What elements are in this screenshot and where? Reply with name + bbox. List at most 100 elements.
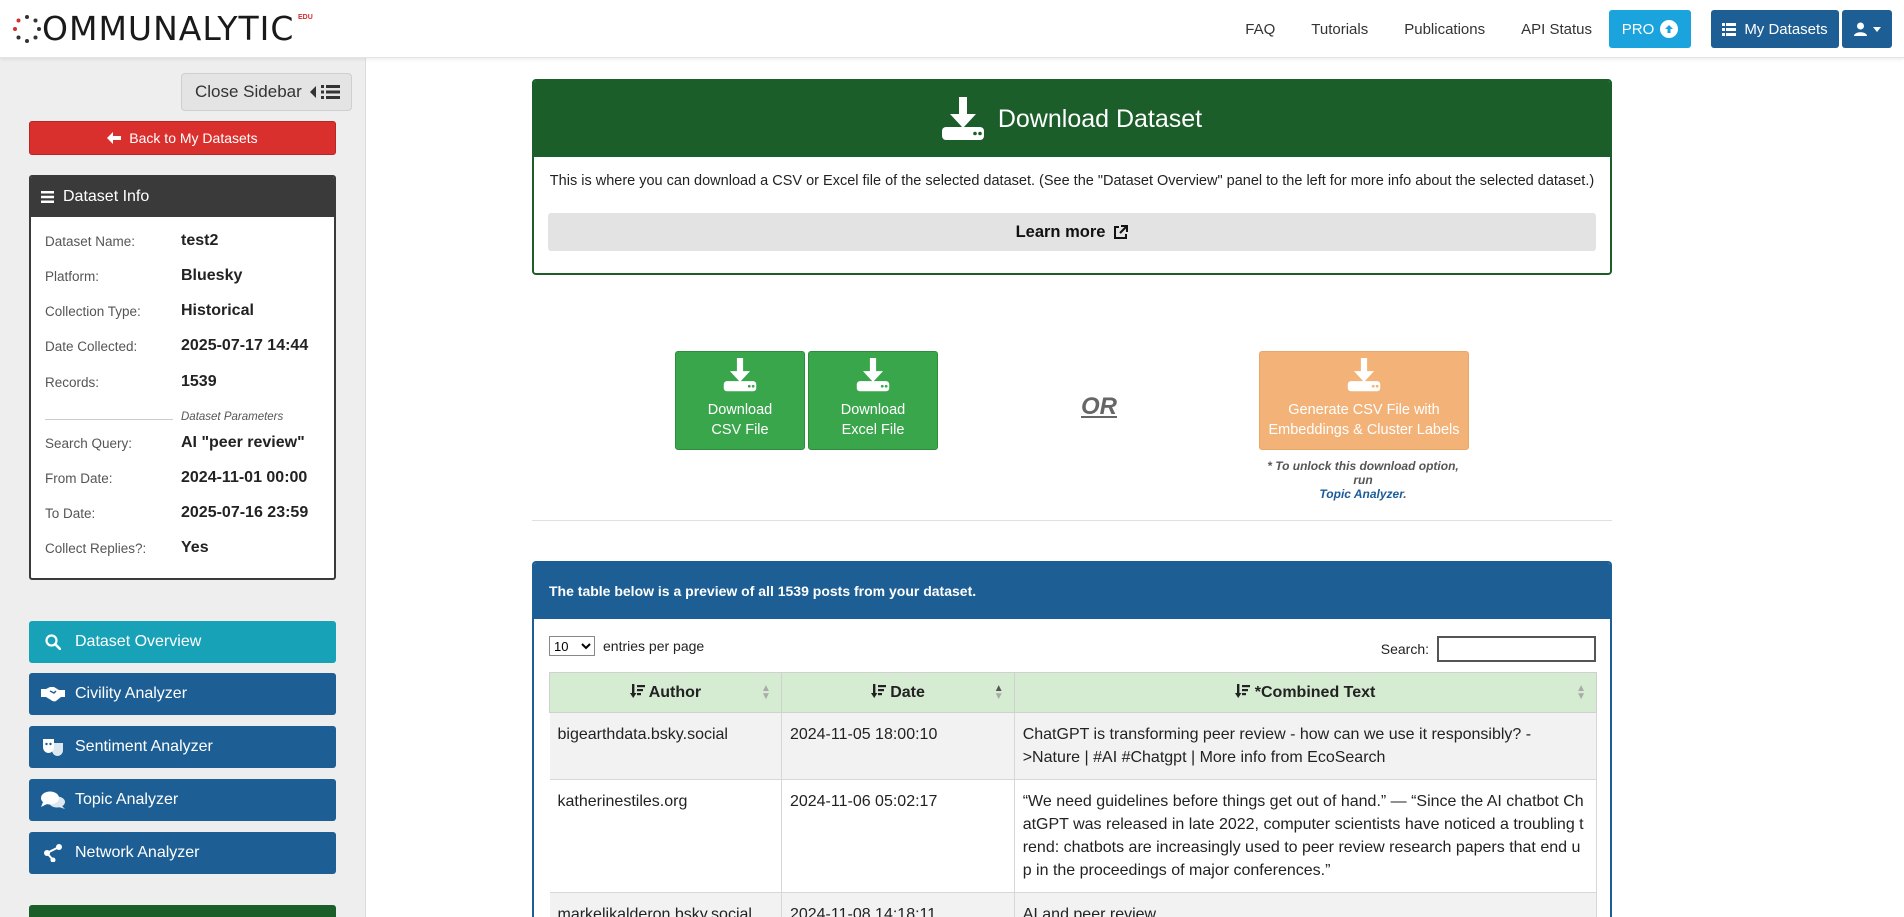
info-row-date-collected: Date Collected: 2025-07-17 14:44: [45, 336, 325, 356]
back-to-my-datasets-button[interactable]: Back to My Datasets: [29, 121, 336, 155]
info-row-records: Records: 1539: [45, 372, 325, 392]
pro-button[interactable]: PRO: [1609, 10, 1691, 48]
info-label: Collection Type:: [45, 303, 141, 319]
cell-author: markelikalderon.bsky.social: [549, 892, 782, 917]
cell-text: ChatGPT is transforming peer review - ho…: [1014, 712, 1598, 780]
info-value: Historical: [181, 302, 254, 319]
download-dataset-title: Download Dataset: [997, 104, 1203, 133]
embeddings-line2: Embeddings & Cluster Labels: [1268, 422, 1460, 438]
list-icon: [1722, 22, 1737, 36]
sort-amount-down-icon: [1235, 683, 1251, 698]
table-row: markelikalderon.bsky.social 2024-11-08 1…: [549, 892, 1598, 917]
cell-text: “We need guidelines before things get ou…: [1014, 779, 1598, 893]
civility-analyzer-button[interactable]: Civility Analyzer: [29, 673, 336, 715]
info-value: Bluesky: [181, 267, 243, 284]
comments-icon: [41, 791, 65, 809]
cell-author: bigearthdata.bsky.social: [549, 712, 782, 780]
topic-analyzer-link[interactable]: Topic Analyzer: [1319, 487, 1403, 501]
network-analyzer-label: Network Analyzer: [75, 844, 200, 861]
info-row-search-query: Search Query: AI "peer review": [45, 433, 325, 453]
download-icon: [856, 358, 890, 392]
entries-per-page-select[interactable]: 10: [549, 636, 595, 656]
info-label: To Date:: [45, 505, 96, 521]
logo-ring-icon: [13, 15, 41, 43]
collapse-menu-icon: [309, 85, 340, 99]
table-header-row: Author ▲ ▼ Date ▲ ▼ *Combined Text ▲ ▼: [549, 672, 1598, 713]
topic-analyzer-button[interactable]: Topic Analyzer: [29, 779, 336, 821]
info-value: test2: [181, 232, 219, 249]
dataset-overview-button[interactable]: Dataset Overview: [29, 621, 336, 663]
cell-author: katherinestiles.org: [549, 779, 782, 893]
sort-arrows-icon: ▲ ▼: [993, 683, 1004, 702]
sentiment-analyzer-label: Sentiment Analyzer: [75, 738, 213, 755]
info-value: Yes: [181, 539, 209, 556]
topic-analyzer-label: Topic Analyzer: [75, 791, 179, 808]
close-sidebar-label: Close Sidebar: [195, 82, 302, 101]
download-dataset-panel: Download Dataset This is where you can d…: [532, 79, 1612, 275]
info-row-platform: Platform: Bluesky: [45, 266, 325, 286]
pro-label: PRO: [1621, 20, 1655, 38]
network-icon: [41, 844, 65, 862]
column-author[interactable]: Author ▲ ▼: [549, 672, 782, 713]
cell-text: AI and peer review: [1014, 892, 1598, 917]
entries-label: entries per page: [603, 638, 705, 654]
nav-tutorials[interactable]: Tutorials: [1311, 21, 1368, 38]
download-dataset-header: Download Dataset: [534, 81, 1610, 157]
preview-table-header: The table below is a preview of all 1539…: [534, 563, 1610, 619]
top-navbar: OMMUNALYTIC EDU FAQ Tutorials Publicatio…: [0, 0, 1904, 58]
network-analyzer-button[interactable]: Network Analyzer: [29, 832, 336, 874]
handshake-icon: [41, 686, 65, 702]
column-combined-text-label: *Combined Text: [1254, 683, 1376, 701]
download-excel-button[interactable]: Download Excel File: [808, 351, 938, 450]
column-date-label: Date: [890, 683, 925, 701]
learn-more-button[interactable]: Learn more: [548, 213, 1596, 251]
communalytic-logo[interactable]: OMMUNALYTIC EDU: [12, 12, 313, 46]
info-row-to-date: To Date: 2025-07-16 23:59: [45, 503, 325, 523]
dataset-info-panel: Dataset Info Dataset Name: test2 Platfor…: [29, 175, 336, 580]
generate-embeddings-csv-button[interactable]: Generate CSV File with Embeddings & Clus…: [1259, 351, 1469, 450]
csv-line1: Download: [707, 402, 773, 418]
info-value: AI "peer review": [181, 434, 305, 451]
download-icon: [1347, 358, 1381, 392]
user-icon: [1853, 22, 1867, 36]
learn-more-label: Learn more: [1015, 222, 1106, 241]
info-value: 2025-07-17 14:44: [181, 337, 309, 354]
cell-date: 2024-11-06 05:02:17: [781, 779, 1015, 893]
info-row-name: Dataset Name: test2: [45, 231, 325, 251]
nav-faq[interactable]: FAQ: [1245, 21, 1275, 38]
search-icon: [41, 634, 65, 650]
sentiment-analyzer-button[interactable]: Sentiment Analyzer: [29, 726, 336, 768]
table-search: Search:: [1381, 636, 1596, 662]
download-csv-button[interactable]: Download CSV File: [675, 351, 805, 450]
info-row-collect-replies: Collect Replies?: Yes: [45, 538, 325, 558]
search-label: Search:: [1380, 641, 1429, 657]
info-value: 2025-07-16 23:59: [181, 504, 309, 521]
info-row-from-date: From Date: 2024-11-01 00:00: [45, 468, 325, 488]
download-icon: [941, 97, 984, 140]
or-separator: OR: [1081, 393, 1117, 420]
nav-publications[interactable]: Publications: [1404, 21, 1485, 38]
entries-per-page: 10 entries per page: [549, 636, 704, 656]
cell-date: 2024-11-05 18:00:10: [781, 712, 1015, 780]
cell-date: 2024-11-08 14:18:11: [781, 892, 1015, 917]
close-sidebar-button[interactable]: Close Sidebar: [181, 73, 352, 111]
excel-line1: Download: [840, 402, 906, 418]
unlock-note-suffix: .: [1403, 487, 1407, 501]
my-datasets-button[interactable]: My Datasets: [1711, 10, 1839, 48]
column-combined-text[interactable]: *Combined Text ▲ ▼: [1013, 672, 1598, 713]
column-date[interactable]: Date ▲ ▼: [780, 672, 1015, 713]
info-label: Search Query:: [45, 435, 133, 451]
embeddings-line1: Generate CSV File with: [1288, 402, 1440, 418]
sidebar: Close Sidebar Back to My Datasets Datase…: [0, 58, 366, 917]
nav-api-status[interactable]: API Status: [1521, 21, 1592, 38]
user-menu-button[interactable]: [1842, 10, 1892, 48]
info-row-collection-type: Collection Type: Historical: [45, 301, 325, 321]
info-label: From Date:: [45, 470, 113, 486]
bars-icon: [41, 191, 54, 203]
table-search-input[interactable]: [1437, 636, 1596, 662]
theater-masks-icon: [41, 738, 65, 756]
sidebar-next-button[interactable]: [29, 905, 336, 917]
column-author-label: Author: [648, 683, 702, 701]
info-value: 1539: [181, 373, 217, 390]
external-link-icon: [1114, 224, 1129, 239]
